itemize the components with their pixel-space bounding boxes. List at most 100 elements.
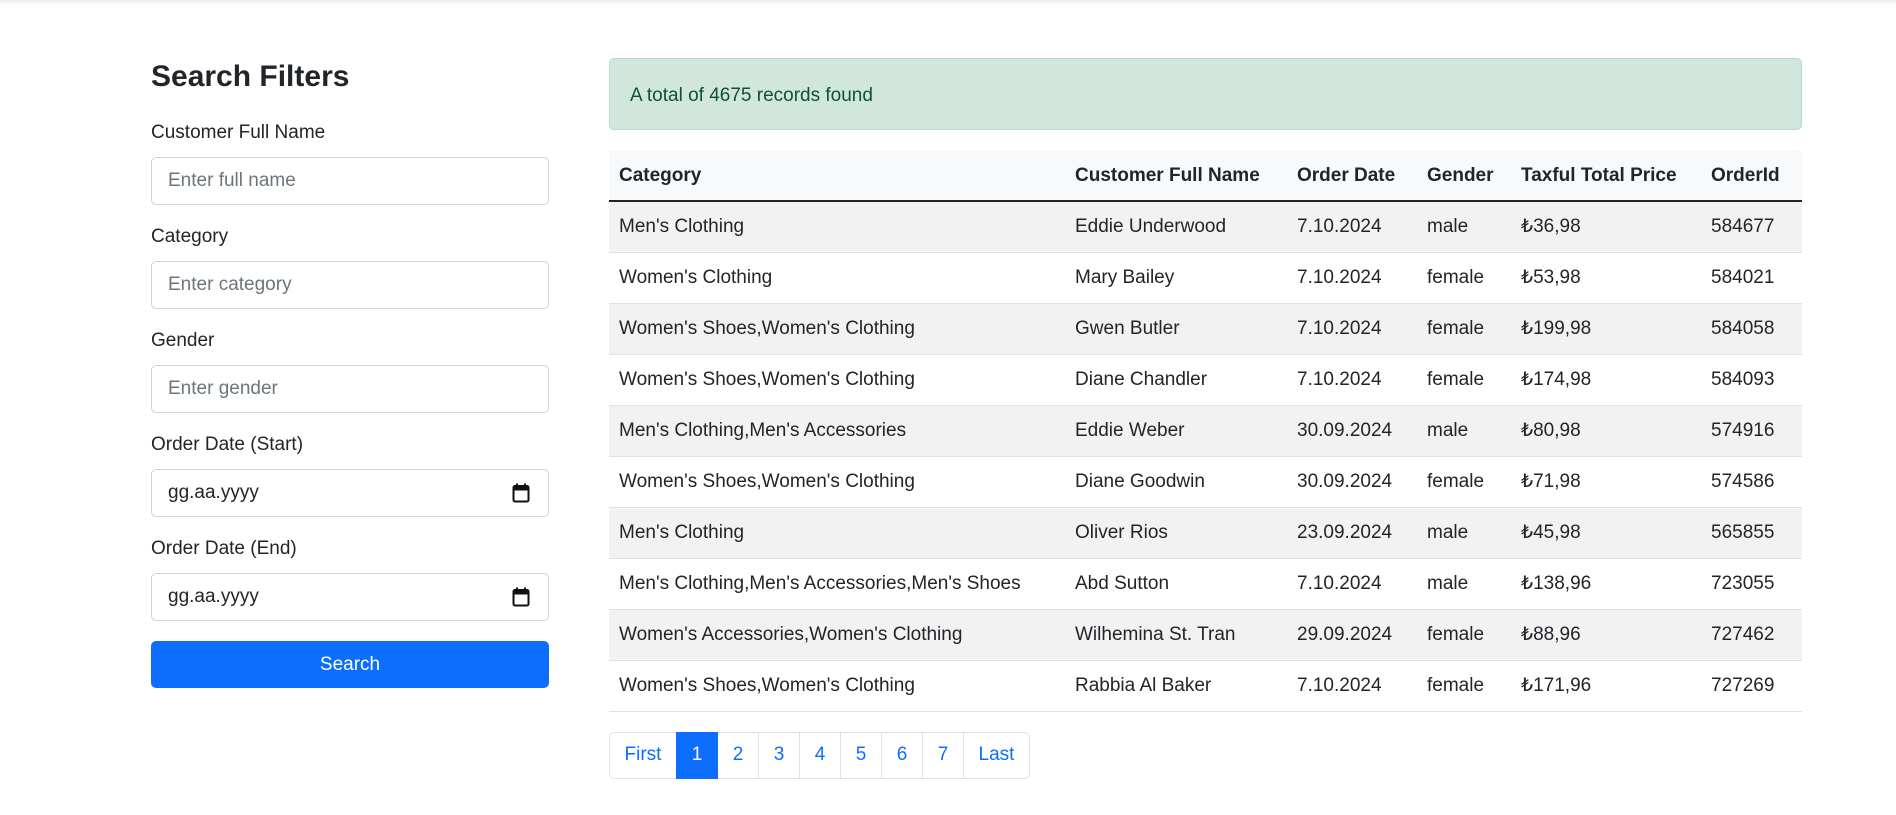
cell-total-price: ₺88,96 bbox=[1511, 609, 1701, 661]
cell-category: Women's Shoes,Women's Clothing bbox=[609, 303, 1065, 355]
column-header-total-price: Taxful Total Price bbox=[1511, 151, 1701, 202]
gender-input[interactable] bbox=[152, 366, 548, 412]
cell-order-id: 723055 bbox=[1701, 558, 1802, 610]
table-row: Women's Shoes,Women's Clothing Gwen Butl… bbox=[609, 303, 1802, 355]
cell-customer-name: Rabbia Al Baker bbox=[1065, 660, 1287, 712]
cell-total-price: ₺45,98 bbox=[1511, 507, 1701, 559]
column-header-gender: Gender bbox=[1417, 151, 1511, 202]
page-link-3[interactable]: 3 bbox=[758, 731, 800, 779]
table-row: Men's Clothing,Men's Accessories,Men's S… bbox=[609, 558, 1802, 610]
page-link-7[interactable]: 7 bbox=[922, 731, 964, 779]
top-shadow bbox=[0, 0, 1896, 6]
cell-customer-name: Oliver Rios bbox=[1065, 507, 1287, 559]
order-date-start-input[interactable]: gg.aa.yyyy bbox=[151, 469, 549, 517]
cell-order-date: 7.10.2024 bbox=[1287, 558, 1417, 610]
cell-category: Women's Accessories,Women's Clothing bbox=[609, 609, 1065, 661]
cell-customer-name: Abd Sutton bbox=[1065, 558, 1287, 610]
cell-category: Women's Shoes,Women's Clothing bbox=[609, 456, 1065, 508]
cell-order-date: 29.09.2024 bbox=[1287, 609, 1417, 661]
page-last-link[interactable]: Last bbox=[963, 731, 1030, 779]
cell-gender: female bbox=[1417, 456, 1511, 508]
cell-category: Men's Clothing bbox=[609, 201, 1065, 253]
table-header-row: Category Customer Full Name Order Date G… bbox=[609, 151, 1802, 202]
column-header-order-id: OrderId bbox=[1701, 151, 1802, 202]
cell-category: Women's Shoes,Women's Clothing bbox=[609, 354, 1065, 406]
page-first-link[interactable]: First bbox=[609, 731, 677, 779]
cell-order-date: 7.10.2024 bbox=[1287, 354, 1417, 406]
cell-customer-name: Mary Bailey bbox=[1065, 252, 1287, 304]
cell-gender: female bbox=[1417, 303, 1511, 355]
search-button[interactable]: Search bbox=[151, 641, 549, 688]
table-row: Women's Clothing Mary Bailey 7.10.2024 f… bbox=[609, 252, 1802, 304]
orders-table: Category Customer Full Name Order Date G… bbox=[609, 151, 1802, 712]
cell-customer-name: Wilhemina St. Tran bbox=[1065, 609, 1287, 661]
cell-order-date: 7.10.2024 bbox=[1287, 252, 1417, 304]
cell-customer-name: Eddie Weber bbox=[1065, 405, 1287, 457]
cell-order-date: 30.09.2024 bbox=[1287, 456, 1417, 508]
table-row: Men's Clothing Eddie Underwood 7.10.2024… bbox=[609, 201, 1802, 253]
customer-name-input[interactable] bbox=[152, 158, 548, 204]
table-row: Men's Clothing,Men's Accessories Eddie W… bbox=[609, 405, 1802, 457]
page-link-4[interactable]: 4 bbox=[799, 731, 841, 779]
cell-gender: female bbox=[1417, 609, 1511, 661]
cell-order-id: 584677 bbox=[1701, 201, 1802, 253]
cell-category: Women's Clothing bbox=[609, 252, 1065, 304]
cell-order-date: 7.10.2024 bbox=[1287, 303, 1417, 355]
table-row: Women's Shoes,Women's Clothing Rabbia Al… bbox=[609, 660, 1802, 712]
cell-order-date: 30.09.2024 bbox=[1287, 405, 1417, 457]
cell-customer-name: Gwen Butler bbox=[1065, 303, 1287, 355]
table-row: Women's Shoes,Women's Clothing Diane Cha… bbox=[609, 354, 1802, 406]
category-field bbox=[151, 261, 549, 309]
customer-name-label: Customer Full Name bbox=[151, 122, 326, 143]
page-link-1[interactable]: 1 bbox=[676, 731, 718, 779]
cell-gender: female bbox=[1417, 660, 1511, 712]
cell-order-id: 727269 bbox=[1701, 660, 1802, 712]
cell-total-price: ₺199,98 bbox=[1511, 303, 1701, 355]
cell-total-price: ₺138,96 bbox=[1511, 558, 1701, 610]
cell-total-price: ₺174,98 bbox=[1511, 354, 1701, 406]
filters-title: Search Filters bbox=[151, 60, 350, 93]
column-header-order-date: Order Date bbox=[1287, 151, 1417, 202]
cell-customer-name: Eddie Underwood bbox=[1065, 201, 1287, 253]
calendar-icon[interactable] bbox=[512, 587, 530, 607]
cell-gender: female bbox=[1417, 354, 1511, 406]
cell-order-id: 584021 bbox=[1701, 252, 1802, 304]
cell-category: Men's Clothing,Men's Accessories,Men's S… bbox=[609, 558, 1065, 610]
pagination: First 1 2 3 4 5 6 7 Last bbox=[609, 731, 1802, 779]
category-input[interactable] bbox=[152, 262, 548, 308]
cell-category: Men's Clothing bbox=[609, 507, 1065, 559]
calendar-icon[interactable] bbox=[512, 483, 530, 503]
cell-category: Men's Clothing,Men's Accessories bbox=[609, 405, 1065, 457]
cell-total-price: ₺80,98 bbox=[1511, 405, 1701, 457]
column-header-customer-name: Customer Full Name bbox=[1065, 151, 1287, 202]
cell-gender: male bbox=[1417, 201, 1511, 253]
cell-order-id: 574586 bbox=[1701, 456, 1802, 508]
page-link-6[interactable]: 6 bbox=[881, 731, 923, 779]
records-found-alert: A total of 4675 records found bbox=[609, 58, 1802, 130]
page-link-5[interactable]: 5 bbox=[840, 731, 882, 779]
gender-field bbox=[151, 365, 549, 413]
order-date-start-label: Order Date (Start) bbox=[151, 434, 304, 455]
cell-order-date: 7.10.2024 bbox=[1287, 201, 1417, 253]
cell-order-date: 23.09.2024 bbox=[1287, 507, 1417, 559]
cell-order-id: 584058 bbox=[1701, 303, 1802, 355]
table-row: Women's Shoes,Women's Clothing Diane Goo… bbox=[609, 456, 1802, 508]
gender-label: Gender bbox=[151, 330, 215, 351]
cell-total-price: ₺36,98 bbox=[1511, 201, 1701, 253]
cell-customer-name: Diane Goodwin bbox=[1065, 456, 1287, 508]
cell-total-price: ₺171,96 bbox=[1511, 660, 1701, 712]
search-filters-panel: Search Filters Customer Full Name Catego… bbox=[151, 58, 549, 688]
order-date-end-label: Order Date (End) bbox=[151, 538, 297, 559]
cell-gender: male bbox=[1417, 558, 1511, 610]
cell-total-price: ₺71,98 bbox=[1511, 456, 1701, 508]
cell-order-id: 574916 bbox=[1701, 405, 1802, 457]
cell-total-price: ₺53,98 bbox=[1511, 252, 1701, 304]
customer-name-field bbox=[151, 157, 549, 205]
order-date-start-placeholder: gg.aa.yyyy bbox=[168, 482, 259, 503]
order-date-end-input[interactable]: gg.aa.yyyy bbox=[151, 573, 549, 621]
cell-gender: male bbox=[1417, 507, 1511, 559]
page-link-2[interactable]: 2 bbox=[717, 731, 759, 779]
cell-customer-name: Diane Chandler bbox=[1065, 354, 1287, 406]
category-label: Category bbox=[151, 226, 229, 247]
cell-category: Women's Shoes,Women's Clothing bbox=[609, 660, 1065, 712]
